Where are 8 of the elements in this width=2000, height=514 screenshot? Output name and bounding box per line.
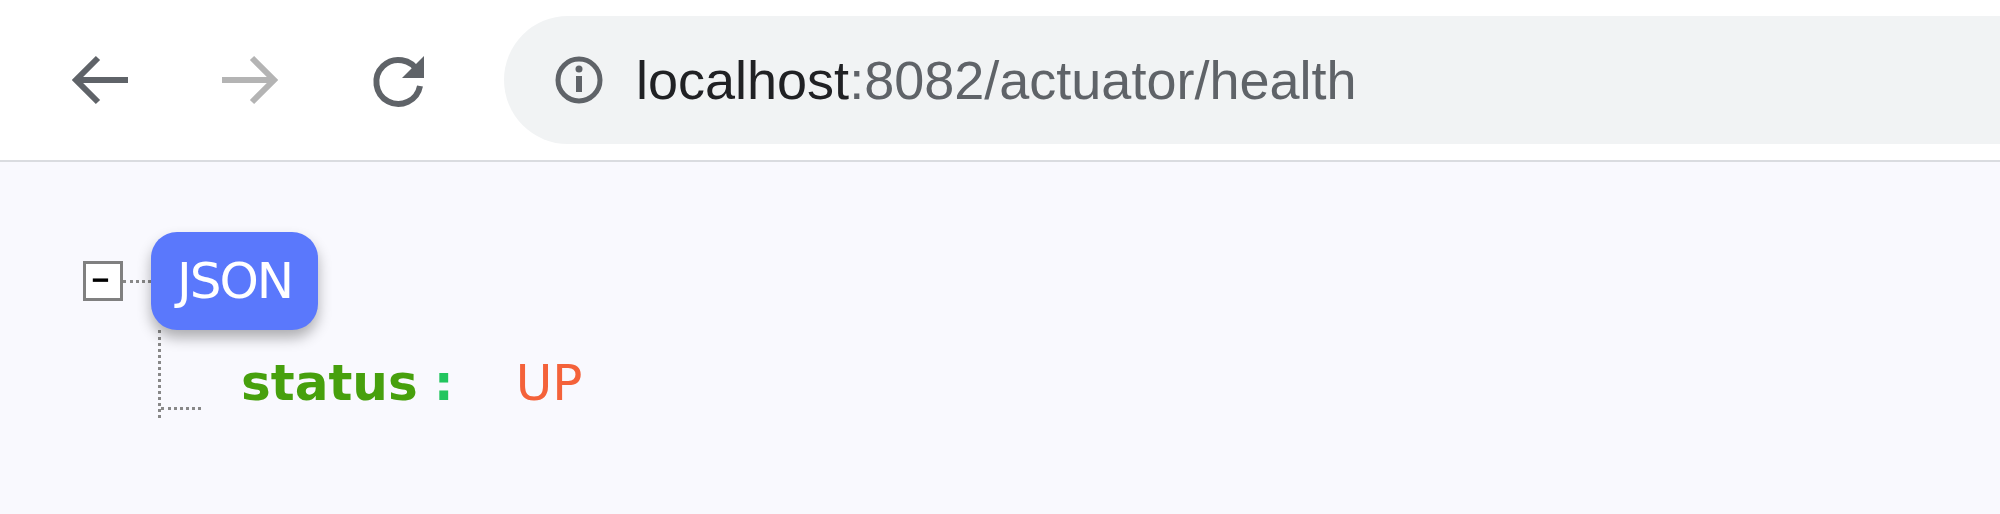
url-text: localhost:8082/actuator/health: [636, 49, 1357, 111]
json-value: UP: [515, 354, 583, 412]
address-bar[interactable]: localhost:8082/actuator/health: [504, 16, 2000, 144]
collapse-toggle[interactable]: [83, 261, 123, 301]
json-root-label: JSON: [151, 232, 319, 330]
key-separator: :: [433, 354, 454, 412]
json-key: status: [241, 354, 418, 412]
info-icon[interactable]: [554, 55, 604, 105]
